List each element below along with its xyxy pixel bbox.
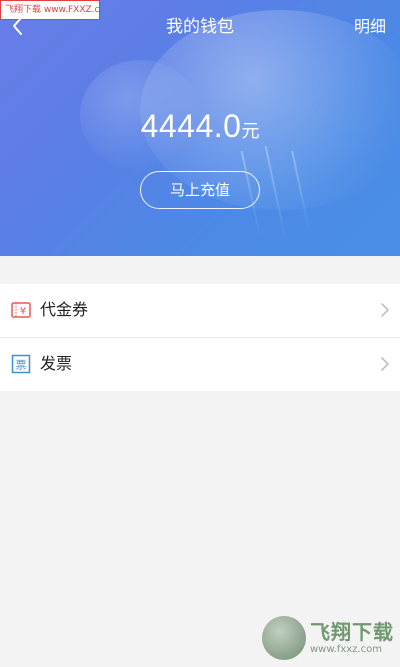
watermark-name: 飞翔下载 <box>310 620 394 644</box>
wallet-header: 飞翔下载 www.FXXZ.com 我的钱包 明细 4444.0元 马上充值 <box>0 0 400 256</box>
wallet-menu: ¥ 代金券 票 发票 <box>0 284 400 391</box>
balance-display: 4444.0元 <box>0 108 400 145</box>
balance-unit: 元 <box>241 121 260 142</box>
invoice-icon: 票 <box>11 354 31 374</box>
watermark-logo-icon <box>262 616 306 660</box>
recharge-button[interactable]: 马上充值 <box>140 171 260 209</box>
menu-item-label: 代金券 <box>40 300 89 319</box>
watermark-bottom: 飞翔下载 www.fxxz.com <box>262 614 398 664</box>
menu-item-invoice[interactable]: 票 发票 <box>0 338 400 391</box>
svg-text:¥: ¥ <box>20 306 26 317</box>
menu-item-label: 发票 <box>40 354 73 373</box>
svg-text:票: 票 <box>16 359 27 372</box>
page-title: 我的钱包 <box>166 17 234 37</box>
balance-amount: 4444.0 <box>140 108 242 144</box>
menu-item-voucher[interactable]: ¥ 代金券 <box>0 284 400 338</box>
chevron-right-icon <box>381 357 389 371</box>
watermark-url: www.fxxz.com <box>310 644 382 655</box>
detail-link[interactable]: 明细 <box>354 16 386 38</box>
voucher-icon: ¥ <box>11 302 31 318</box>
chevron-right-icon <box>381 303 389 317</box>
